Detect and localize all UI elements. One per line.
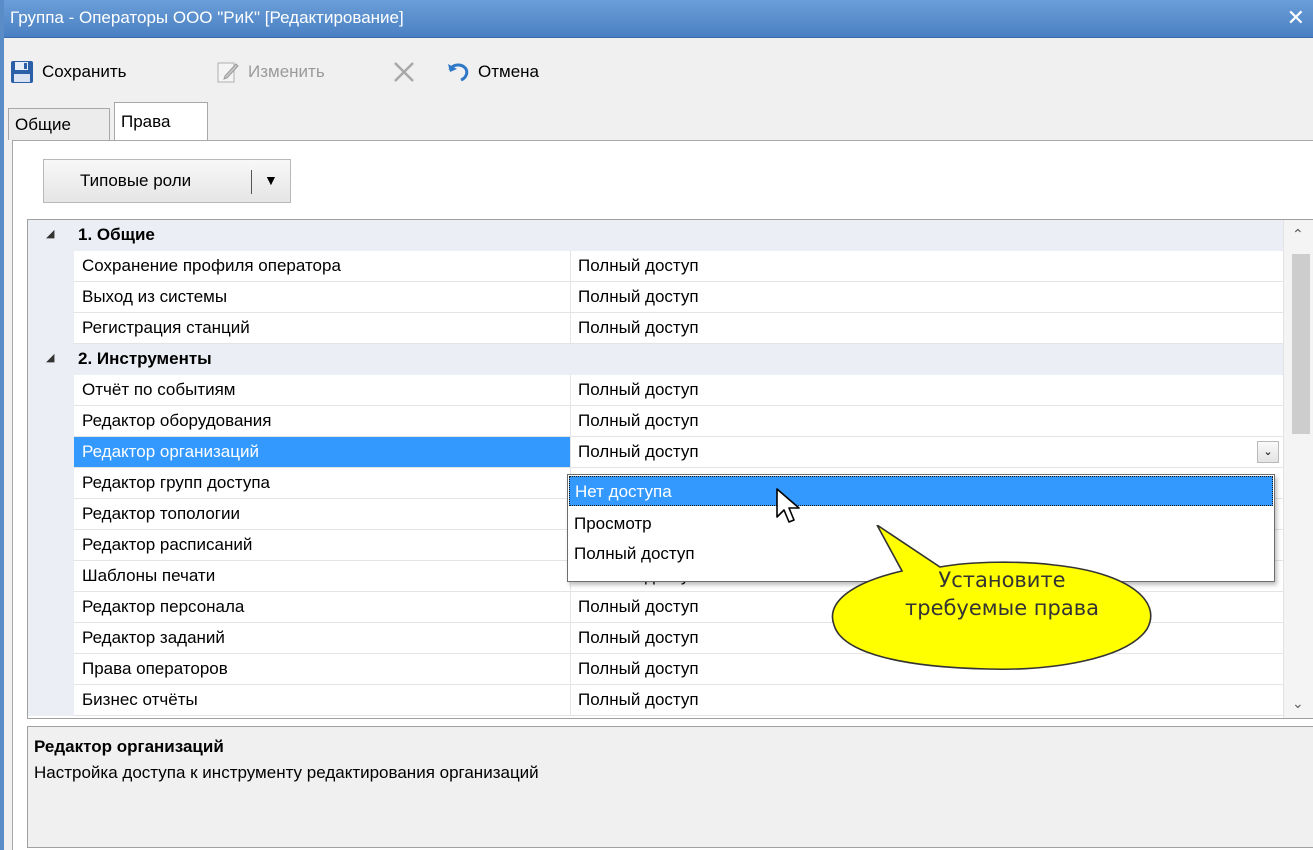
property-name[interactable]: Редактор оборудования <box>74 406 571 437</box>
description-title: Редактор организаций <box>34 737 224 756</box>
property-row[interactable]: Отчёт по событиям Полный доступ <box>28 375 1283 406</box>
property-value[interactable]: Полный доступ <box>571 282 1283 313</box>
row-indent-strip <box>28 251 74 282</box>
property-value-text: Полный доступ <box>578 659 699 678</box>
property-name[interactable]: Выход из системы <box>74 282 571 313</box>
property-name[interactable]: Редактор организаций <box>74 437 571 468</box>
property-value-text: Полный доступ <box>578 318 699 337</box>
row-indent-strip <box>28 437 74 468</box>
property-row[interactable]: Регистрация станций Полный доступ <box>28 313 1283 344</box>
collapse-triangle-icon[interactable]: ◢ <box>46 227 54 240</box>
vertical-scrollbar[interactable]: ⌃ ⌄ <box>1283 220 1313 718</box>
category-label: 1. Общие <box>78 225 155 244</box>
property-value-text: Полный доступ <box>578 380 699 399</box>
description-text: Настройка доступа к инструменту редактир… <box>34 763 539 782</box>
delete-x-icon <box>392 60 416 84</box>
row-indent-strip <box>28 623 74 654</box>
scroll-up-icon[interactable]: ⌃ <box>1292 226 1304 243</box>
cancel-label: Отмена <box>478 62 539 81</box>
typical-roles-button[interactable]: Типовые роли ▼ <box>43 159 291 203</box>
category-label: 2. Инструменты <box>78 349 212 368</box>
description-panel: Редактор организаций Настройка доступа к… <box>27 726 1313 848</box>
row-indent-strip <box>28 406 74 437</box>
property-name[interactable]: Регистрация станций <box>74 313 571 344</box>
row-indent-strip <box>28 375 74 406</box>
delete-button[interactable] <box>392 54 416 90</box>
save-button[interactable]: Сохранить <box>10 54 126 90</box>
property-name[interactable]: Права операторов <box>74 654 571 685</box>
property-value-text: Полный доступ <box>578 690 699 709</box>
property-value[interactable]: Полный доступ <box>571 313 1283 344</box>
close-icon[interactable]: ✕ <box>1287 5 1305 31</box>
hint-line-2: требуемые права <box>905 596 1099 620</box>
property-row[interactable]: Редактор оборудования Полный доступ <box>28 406 1283 437</box>
hint-line-1: Установите <box>938 568 1066 592</box>
floppy-disk-icon <box>10 60 34 84</box>
rights-panel: Типовые роли ▼ ◢ 1. Общие Сохранение профи… <box>12 141 1313 850</box>
row-indent-strip <box>28 282 74 313</box>
undo-arrow-icon <box>446 60 470 84</box>
save-label: Сохранить <box>42 62 127 81</box>
property-name[interactable]: Редактор расписаний <box>74 530 571 561</box>
category-row[interactable]: ◢ 1. Общие <box>28 220 1283 251</box>
dropdown-chevron-icon[interactable]: ⌄ <box>1257 441 1279 463</box>
property-value[interactable]: Полный доступ <box>571 251 1283 282</box>
property-name[interactable]: Бизнес отчёты <box>74 685 571 716</box>
toolbar: Сохранить Изменить Отмена <box>4 54 1313 90</box>
mouse-pointer-icon <box>776 488 800 523</box>
property-row-selected[interactable]: Редактор организаций Полный доступ ⌄ <box>28 437 1283 468</box>
tab-rights[interactable]: Права <box>114 102 208 140</box>
property-value[interactable]: Полный доступ <box>571 685 1283 716</box>
split-divider <box>251 170 252 194</box>
property-value-text: Полный доступ <box>578 256 699 275</box>
property-value[interactable]: Полный доступ <box>571 406 1283 437</box>
row-indent-strip <box>28 499 74 530</box>
property-row[interactable]: Бизнес отчёты Полный доступ <box>28 685 1283 716</box>
property-row[interactable]: Выход из системы Полный доступ <box>28 282 1283 313</box>
tab-strip: Общие Права <box>8 100 1313 140</box>
property-name[interactable]: Редактор топологии <box>74 499 571 530</box>
edit-pencil-icon <box>216 60 240 84</box>
property-name[interactable]: Шаблоны печати <box>74 561 571 592</box>
option-no-access[interactable]: Нет доступа <box>569 476 1273 506</box>
edit-button[interactable]: Изменить <box>216 54 325 90</box>
row-indent-strip <box>28 561 74 592</box>
property-value-text: Полный доступ <box>578 287 699 306</box>
cancel-button[interactable]: Отмена <box>446 54 539 90</box>
row-indent-strip <box>28 530 74 561</box>
property-value-text: Полный доступ <box>578 597 699 616</box>
edit-label: Изменить <box>248 62 325 81</box>
row-indent-strip <box>28 654 74 685</box>
row-indent-strip <box>28 313 74 344</box>
tab-general[interactable]: Общие <box>8 108 110 140</box>
window-title: Группа - Операторы ООО "РиК" [Редактиров… <box>10 8 404 27</box>
property-row[interactable]: Сохранение профиля оператора Полный досту… <box>28 251 1283 282</box>
category-row[interactable]: ◢ 2. Инструменты <box>28 344 1283 375</box>
collapse-triangle-icon[interactable]: ◢ <box>46 351 54 364</box>
property-value-text: Полный доступ <box>578 411 699 430</box>
scroll-down-icon[interactable]: ⌄ <box>1292 695 1304 712</box>
edit-group-window: Группа - Операторы ООО "РиК" [Редактиров… <box>0 0 1313 850</box>
chevron-down-icon[interactable]: ▼ <box>264 172 278 188</box>
property-value-text: Полный доступ <box>578 442 699 461</box>
property-name[interactable]: Редактор заданий <box>74 623 571 654</box>
property-value-text: Полный доступ <box>578 628 699 647</box>
property-name[interactable]: Сохранение профиля оператора <box>74 251 571 282</box>
row-indent-strip <box>28 685 74 716</box>
property-value[interactable]: Полный доступ ⌄ <box>571 437 1283 468</box>
row-indent-strip <box>28 592 74 623</box>
scrollbar-thumb[interactable] <box>1292 254 1310 434</box>
title-bar: Группа - Операторы ООО "РиК" [Редактиров… <box>4 0 1313 38</box>
property-value[interactable]: Полный доступ <box>571 375 1283 406</box>
hint-callout-text: Установите требуемые права <box>842 566 1162 622</box>
row-indent-strip <box>28 468 74 499</box>
property-name[interactable]: Отчёт по событиям <box>74 375 571 406</box>
property-name[interactable]: Редактор групп доступа <box>74 468 571 499</box>
property-name[interactable]: Редактор персонала <box>74 592 571 623</box>
typical-roles-label: Типовые роли <box>80 171 192 190</box>
